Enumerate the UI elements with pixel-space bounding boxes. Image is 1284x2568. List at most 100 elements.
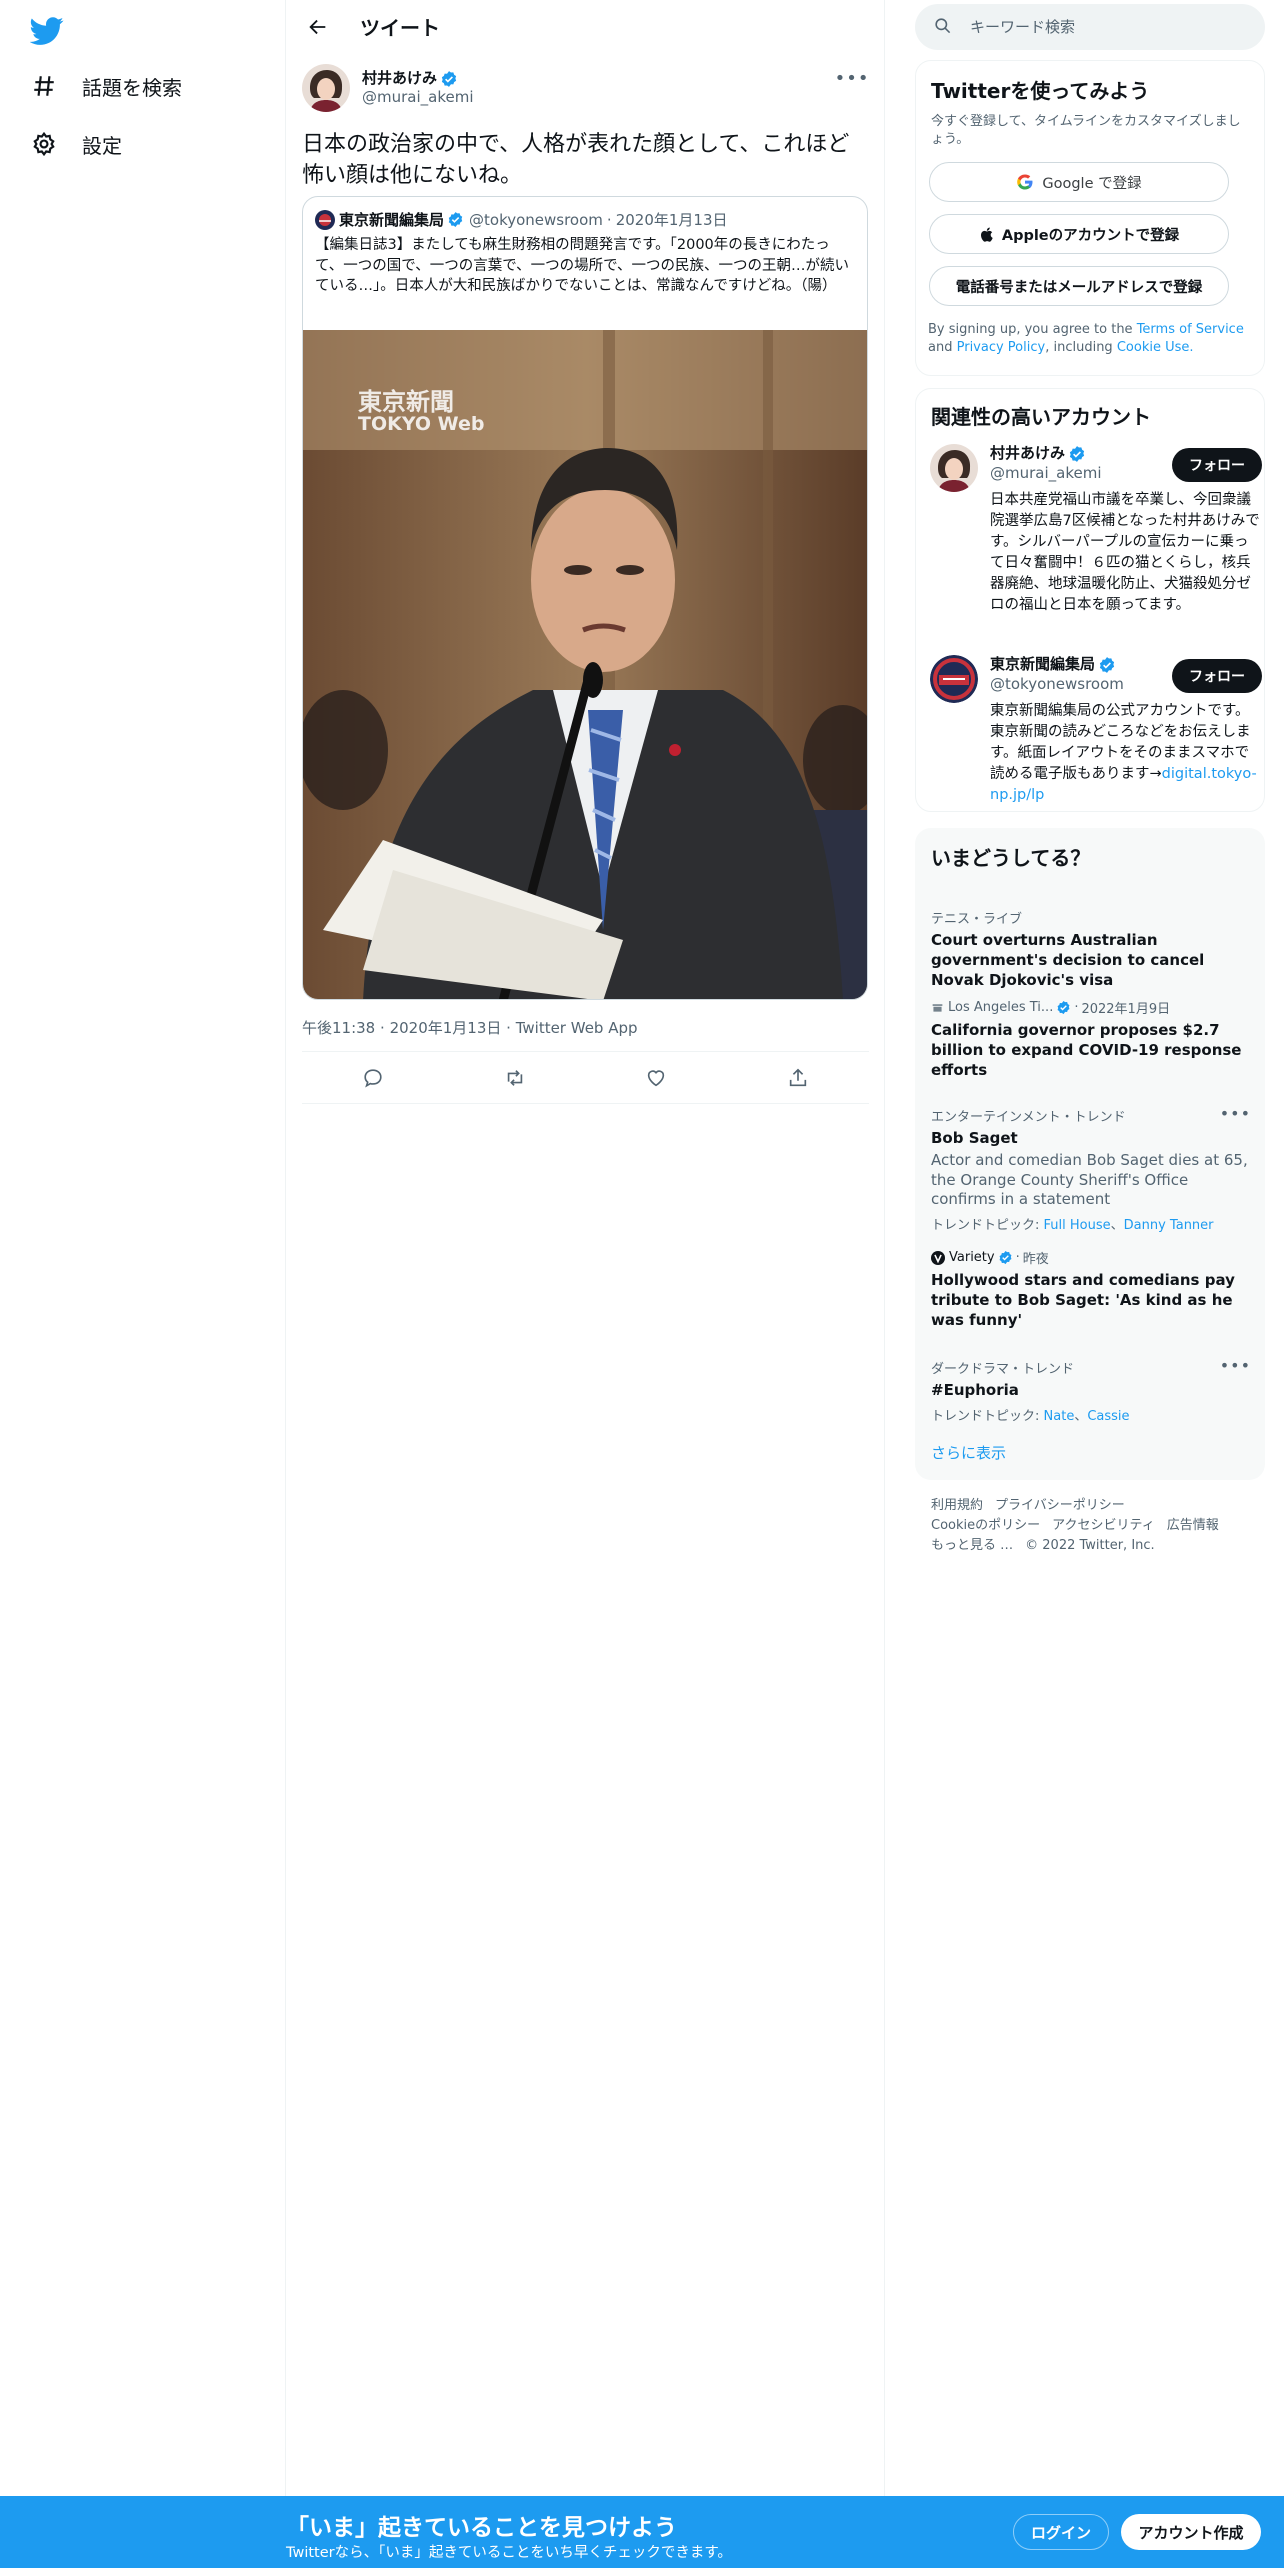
back-arrow-icon[interactable] bbox=[300, 9, 336, 45]
footer-link-ads[interactable]: 広告情報 bbox=[1167, 1518, 1219, 1533]
quoted-tweet-date: 2020年1月13日 bbox=[615, 211, 728, 229]
terms-and: and bbox=[928, 340, 953, 356]
page-title: ツイート bbox=[360, 16, 440, 40]
author-name-row: 村井あけみ bbox=[362, 69, 474, 88]
quoted-tweet-text: 【編集日誌3】またしても麻生財務相の問題発言です。「2000年の長きにわたって、… bbox=[315, 237, 850, 295]
footer-copyright: © 2022 Twitter, Inc. bbox=[1025, 1538, 1155, 1554]
hashtag-icon bbox=[30, 72, 58, 100]
footer-link-more[interactable]: もっと見る … bbox=[931, 1538, 1013, 1553]
search-box[interactable] bbox=[915, 4, 1265, 50]
related-account-handle: @tokyonewsroom bbox=[990, 674, 1124, 693]
quoted-author-handle: @tokyonewsroom bbox=[469, 210, 603, 229]
related-account-bio: 東京新聞編集局の公式アカウントです。東京新聞の読みどころなどをお伝えします。紙面… bbox=[990, 701, 1260, 806]
footer-link-accessibility[interactable]: アクセシビリティ bbox=[1052, 1518, 1155, 1533]
page-header: ツイート bbox=[286, 0, 884, 53]
trend-title: Bob Saget bbox=[931, 1129, 1018, 1147]
verified-badge-icon bbox=[1098, 656, 1116, 674]
reply-icon[interactable] bbox=[353, 1058, 393, 1098]
signup-title: Twitterを使ってみよう bbox=[931, 79, 1150, 103]
terms-of-service-link[interactable]: Terms of Service bbox=[1137, 322, 1244, 337]
create-account-button[interactable]: アカウント作成 bbox=[1121, 2514, 1261, 2550]
verified-badge-icon bbox=[998, 1250, 1013, 1265]
tweet-detail-column: ツイート 村井あけみ @murai_akemi ••• 日本の政治家の中で、人格… bbox=[286, 0, 885, 2496]
nav-settings-label: 設定 bbox=[82, 133, 122, 158]
like-icon[interactable] bbox=[636, 1058, 676, 1098]
trend-more-options-icon[interactable]: ••• bbox=[1220, 1356, 1251, 1375]
trends-title: いまどうしてる？ bbox=[931, 846, 1091, 870]
related-account-name[interactable]: 村井あけみ bbox=[990, 444, 1065, 464]
verified-badge-icon bbox=[447, 211, 465, 229]
trend-topics-label: トレンドトピック: bbox=[931, 1218, 1040, 1234]
trend-more-options-icon[interactable]: ••• bbox=[1220, 1104, 1251, 1123]
tweet-time[interactable]: 午後11:38 bbox=[302, 1019, 375, 1037]
author-names: 村井あけみ @murai_akemi bbox=[362, 69, 474, 107]
author-name[interactable]: 村井あけみ bbox=[362, 69, 437, 88]
search-icon bbox=[933, 16, 952, 39]
footer-link-terms[interactable]: 利用規約 bbox=[931, 1498, 983, 1513]
quoted-author-name: 東京新聞編集局 bbox=[339, 211, 445, 229]
photo-watermark-line2: TOKYO Web bbox=[358, 413, 484, 435]
trend-item[interactable]: ダークドラマ・トレンド ••• #Euphoria トレンドトピック: Nate… bbox=[931, 1356, 1251, 1424]
terms-prefix: By signing up, you agree to the bbox=[928, 322, 1133, 337]
trend-time: 2022年1月9日 bbox=[1081, 1002, 1171, 1017]
nav-settings[interactable]: 設定 bbox=[30, 124, 122, 164]
google-signup-button[interactable]: Google で登録 bbox=[929, 162, 1229, 202]
trend-source: Los Angeles Ti... bbox=[948, 1000, 1054, 1015]
trend-context: エンターテインメント・トレンド bbox=[931, 1110, 1126, 1125]
footer-link-privacy[interactable]: プライバシーポリシー bbox=[995, 1498, 1125, 1513]
tweet-source[interactable]: Twitter Web App bbox=[516, 1019, 638, 1037]
trend-topics-label: トレンドトピック: bbox=[931, 1408, 1040, 1424]
google-signup-label: Google で登録 bbox=[1042, 175, 1142, 192]
tweet-date[interactable]: 2020年1月13日 bbox=[390, 1019, 502, 1037]
privacy-policy-link[interactable]: Privacy Policy bbox=[957, 340, 1046, 355]
meta-separator: · bbox=[506, 1019, 516, 1037]
trend-item[interactable]: エンターテインメント・トレンド ••• Bob Saget Actor and … bbox=[931, 1104, 1251, 1234]
related-account-names: 東京新聞編集局 @tokyonewsroom bbox=[990, 655, 1124, 694]
footer-links: 利用規約 プライバシーポリシー Cookieのポリシー アクセシビリティ 広告情報 も… bbox=[931, 1496, 1251, 1556]
trend-item[interactable]: テニス・ライブ Court overturns Australian gover… bbox=[931, 908, 1249, 990]
apple-signup-button[interactable]: Appleのアカウントで登録 bbox=[929, 214, 1229, 254]
nav-explore[interactable]: 話題を検索 bbox=[30, 66, 182, 106]
trend-topic-link[interactable]: Full House bbox=[1044, 1218, 1111, 1233]
trend-time: 昨夜 bbox=[1022, 1252, 1049, 1267]
quoted-tweet[interactable]: 東京新聞編集局 @tokyonewsroom · 2020年1月13日 【編集日… bbox=[302, 196, 868, 1000]
photo-watermark-line1: 東京新聞 bbox=[358, 388, 454, 416]
nav-explore-label: 話題を検索 bbox=[82, 75, 182, 100]
author-avatar[interactable] bbox=[302, 64, 350, 112]
trend-topics: トレンドトピック: Full House、Danny Tanner bbox=[931, 1218, 1214, 1234]
trend-item[interactable]: Los Angeles Ti... · 2022年1月9日 California… bbox=[931, 998, 1249, 1080]
meta-separator: · bbox=[1015, 1250, 1020, 1265]
trend-item[interactable]: Variety · 昨夜 Hollywood stars and comedia… bbox=[931, 1248, 1249, 1330]
follow-button[interactable]: フォロー bbox=[1172, 448, 1262, 482]
related-account-avatar[interactable] bbox=[930, 655, 978, 703]
phone-email-signup-button[interactable]: 電話番号またはメールアドレスで登録 bbox=[929, 266, 1229, 306]
search-input[interactable] bbox=[970, 18, 1230, 36]
related-account-name-row: 東京新聞編集局 bbox=[990, 655, 1124, 675]
twitter-bird-icon[interactable] bbox=[29, 14, 66, 46]
trend-topic-link[interactable]: Danny Tanner bbox=[1124, 1218, 1214, 1233]
trend-title: California governor proposes $2.7 billio… bbox=[931, 1021, 1242, 1079]
banner-subtitle: Twitterなら、「いま」起きていることをいち早くチェックできます。 bbox=[286, 2545, 732, 2561]
quoted-tweet-header: 東京新聞編集局 @tokyonewsroom · 2020年1月13日 bbox=[315, 209, 728, 230]
quoted-tweet-photo[interactable]: 東京新聞 TOKYO Web bbox=[303, 330, 867, 999]
variety-logo-icon bbox=[931, 1250, 945, 1265]
cookie-use-link[interactable]: Cookie Use. bbox=[1117, 340, 1194, 355]
footer-link-cookie[interactable]: Cookieのポリシー bbox=[931, 1518, 1040, 1533]
related-account-avatar[interactable] bbox=[930, 444, 978, 492]
tweet-author: 村井あけみ @murai_akemi ••• bbox=[302, 64, 869, 112]
retweet-icon[interactable] bbox=[495, 1058, 535, 1098]
bottom-signup-banner: 「いま」起きていることを見つけよう Twitterなら、「いま」起きていることを… bbox=[0, 2496, 1284, 2568]
show-more-link[interactable]: さらに表示 bbox=[931, 1442, 1006, 1463]
trend-source: Variety bbox=[949, 1250, 995, 1265]
apple-signup-label: Appleのアカウントで登録 bbox=[1001, 227, 1180, 244]
verified-badge-icon bbox=[1068, 445, 1086, 463]
login-button[interactable]: ログイン bbox=[1013, 2514, 1109, 2550]
signup-subtitle: 今すぐ登録して、タイムラインをカスタマイズしましょう。 bbox=[931, 114, 1241, 148]
share-icon[interactable] bbox=[778, 1058, 818, 1098]
trend-topic-link[interactable]: Cassie bbox=[1087, 1409, 1129, 1424]
author-handle[interactable]: @murai_akemi bbox=[362, 88, 474, 107]
trend-topic-link[interactable]: Nate bbox=[1044, 1409, 1075, 1424]
more-options-icon[interactable]: ••• bbox=[835, 64, 869, 92]
follow-button[interactable]: フォロー bbox=[1172, 659, 1262, 693]
related-account-name[interactable]: 東京新聞編集局 bbox=[990, 655, 1095, 675]
